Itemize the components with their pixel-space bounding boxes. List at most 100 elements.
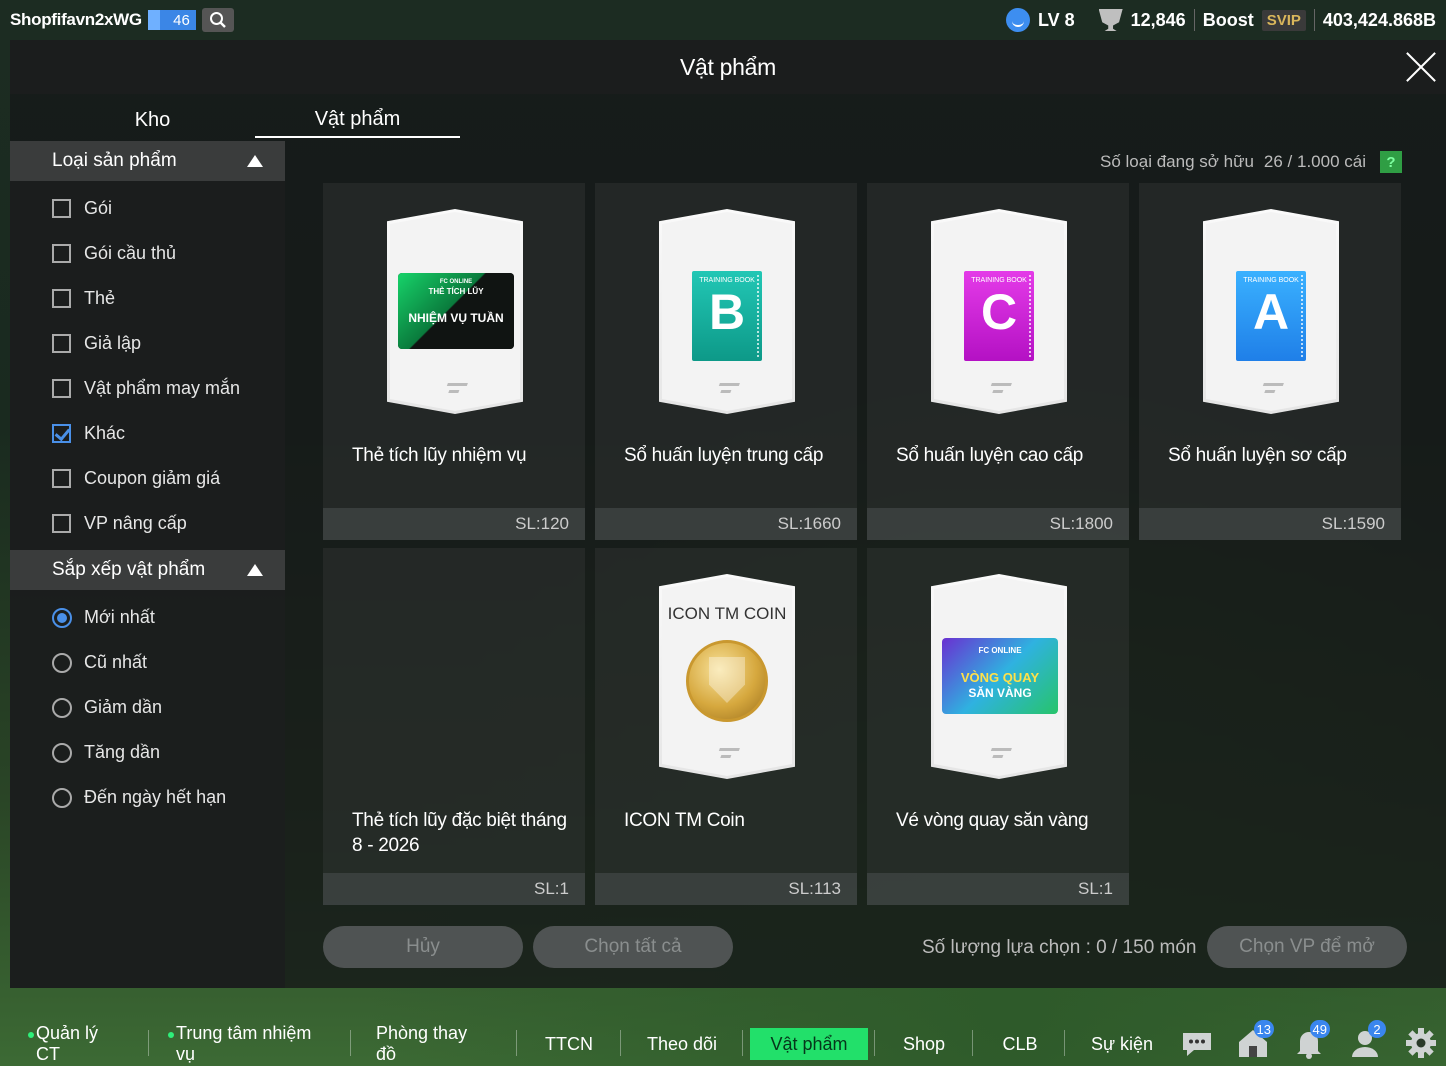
nav-ttcn[interactable]: TTCN bbox=[540, 1028, 598, 1060]
filter-option-gia-lap[interactable]: Giả lập bbox=[10, 321, 285, 366]
item-art: FC ONLINE THẺ TÍCH LŨY NHIỆM VỤ TUẦN bbox=[387, 209, 523, 414]
option-label: Giả lập bbox=[84, 333, 142, 353]
friends-badge: 2 bbox=[1368, 1020, 1386, 1038]
nav-su-kien[interactable]: Sự kiện bbox=[1090, 1028, 1154, 1060]
option-label: Coupon giảm giá bbox=[84, 468, 221, 488]
inbox-badge: 13 bbox=[1253, 1020, 1274, 1038]
divider bbox=[972, 1030, 973, 1056]
cancel-button[interactable]: Hủy bbox=[323, 926, 523, 968]
sort-option-descending[interactable]: Giảm dần bbox=[10, 685, 285, 730]
nav-theo-doi[interactable]: Theo dõi bbox=[644, 1028, 720, 1060]
help-icon[interactable]: ? bbox=[1380, 151, 1402, 173]
svip-badge[interactable]: SVIP bbox=[1261, 9, 1306, 31]
select-all-button[interactable]: Chọn tất cả bbox=[533, 926, 733, 968]
panel-header: Vật phẩm bbox=[10, 40, 1446, 94]
boost-label: Boost bbox=[1202, 9, 1254, 30]
nav-vat-pham[interactable]: Vật phẩm bbox=[750, 1028, 868, 1060]
checkbox[interactable] bbox=[52, 514, 71, 533]
nav-trung-tam-nhiem-vu[interactable]: Trung tâm nhiệm vụ bbox=[168, 1023, 324, 1064]
trophy-icon bbox=[1098, 9, 1123, 31]
filter-option-the[interactable]: Thẻ bbox=[10, 276, 285, 321]
filter-section-header[interactable]: Loại sản phẩm bbox=[10, 141, 285, 181]
item-art: TRAINING BOOK A bbox=[1203, 209, 1339, 414]
filter-options: Gói Gói cầu thủ Thẻ Giả lập Vật phẩm may… bbox=[10, 181, 285, 550]
item-name: Sổ huấn luyện trung cấp bbox=[624, 445, 824, 466]
trophy-count: 12,846 bbox=[1130, 9, 1186, 30]
checkbox[interactable] bbox=[52, 244, 71, 263]
item-card[interactable]: FC ONLINE VÒNG QUAY SĂN VÀNG Vé vòng qua… bbox=[867, 548, 1129, 905]
chat-icon[interactable] bbox=[1180, 1026, 1214, 1060]
item-card[interactable]: FC ONLINE THẺ TÍCH LŨY NHIỆM VỤ TUẦN Thẻ… bbox=[323, 183, 585, 540]
checkbox-checked[interactable] bbox=[52, 424, 71, 443]
filter-option-vp-nang-cap[interactable]: VP nâng cấp bbox=[10, 501, 285, 546]
item-card[interactable]: TRAINING BOOK C Sổ huấn luyện cao cấp SL… bbox=[867, 183, 1129, 540]
item-art: TRAINING BOOK B bbox=[659, 209, 795, 414]
divider bbox=[620, 1030, 621, 1056]
option-label: Giảm dần bbox=[84, 697, 163, 717]
divider bbox=[874, 1030, 875, 1056]
radio[interactable] bbox=[52, 697, 72, 718]
filter-option-coupon[interactable]: Coupon giảm giá bbox=[10, 456, 285, 501]
open-items-button[interactable]: Chọn VP để mở bbox=[1207, 926, 1407, 968]
item-quantity: SL:1590 bbox=[1139, 508, 1401, 540]
item-art: FC ONLINE VÒNG QUAY SĂN VÀNG bbox=[931, 574, 1067, 779]
option-label: Gói cầu thủ bbox=[84, 243, 177, 263]
item-name: Thẻ tích lũy đặc biệt tháng 8 - 2026 bbox=[352, 810, 567, 856]
checkbox[interactable] bbox=[52, 289, 71, 308]
username: Shopfifavn2xWG bbox=[10, 10, 142, 29]
gear-icon[interactable] bbox=[1404, 1026, 1438, 1060]
option-label: Tăng dần bbox=[84, 742, 161, 762]
filter-option-khac[interactable]: Khác bbox=[10, 411, 285, 456]
owned-value: 26 / 1.000 cái bbox=[1263, 152, 1366, 171]
nav-clb[interactable]: CLB bbox=[998, 1028, 1042, 1060]
item-card[interactable]: Thẻ tích lũy đặc biệt tháng 8 - 2026 SL:… bbox=[323, 548, 585, 905]
item-card[interactable]: TRAINING BOOK B Sổ huấn luyện trung cấp … bbox=[595, 183, 857, 540]
divider bbox=[350, 1030, 351, 1056]
item-name: Sổ huấn luyện cao cấp bbox=[896, 445, 1084, 466]
coin-image bbox=[686, 640, 768, 722]
item-art: ICON TM COIN bbox=[659, 574, 795, 779]
search-button[interactable] bbox=[201, 8, 234, 32]
item-name: Sổ huấn luyện sơ cấp bbox=[1168, 445, 1347, 466]
radio-selected[interactable] bbox=[52, 607, 72, 628]
divider bbox=[148, 1030, 149, 1056]
item-card[interactable]: ICON TM COIN ICON TM Coin SL:113 bbox=[595, 548, 857, 905]
nav-shop[interactable]: Shop bbox=[898, 1028, 950, 1060]
owned-label: Số loại đang sở hữu bbox=[1100, 152, 1254, 171]
close-icon[interactable] bbox=[1404, 50, 1438, 84]
item-quantity: SL:113 bbox=[595, 873, 857, 905]
friends-icon[interactable]: 2 bbox=[1348, 1020, 1386, 1060]
sort-option-oldest[interactable]: Cũ nhất bbox=[10, 640, 285, 685]
checkbox[interactable] bbox=[52, 379, 71, 398]
tab-vat-pham[interactable]: Vật phẩm bbox=[255, 102, 460, 138]
radio[interactable] bbox=[52, 787, 72, 808]
bell-icon[interactable]: 49 bbox=[1292, 1020, 1330, 1060]
divider bbox=[1313, 9, 1315, 31]
filter-option-goi-cau-thu[interactable]: Gói cầu thủ bbox=[10, 231, 285, 276]
inbox-icon[interactable]: 13 bbox=[1236, 1020, 1274, 1060]
nav-quan-ly-ct[interactable]: Quản lý CT bbox=[28, 1023, 122, 1064]
sort-section-title: Sắp xếp vật phẩm bbox=[52, 559, 206, 580]
item-quantity: SL:1 bbox=[323, 873, 585, 905]
sort-option-expiry[interactable]: Đến ngày hết hạn bbox=[10, 775, 285, 820]
divider bbox=[742, 1030, 743, 1056]
item-name: Vé vòng quay săn vàng bbox=[896, 810, 1089, 831]
sort-option-ascending[interactable]: Tăng dần bbox=[10, 730, 285, 775]
option-label: Gói bbox=[84, 198, 113, 218]
filter-option-vat-pham-may-man[interactable]: Vật phẩm may mắn bbox=[10, 366, 285, 411]
checkbox[interactable] bbox=[52, 469, 71, 488]
tab-kho[interactable]: Kho bbox=[50, 102, 255, 138]
item-quantity: SL:1800 bbox=[867, 508, 1129, 540]
radio[interactable] bbox=[52, 652, 72, 673]
sort-options: Mới nhất Cũ nhất Giảm dần Tăng dần Đến n… bbox=[10, 590, 285, 820]
checkbox[interactable] bbox=[52, 334, 71, 353]
sort-option-newest[interactable]: Mới nhất bbox=[10, 595, 285, 640]
sort-section-header[interactable]: Sắp xếp vật phẩm bbox=[10, 550, 285, 590]
filter-option-goi[interactable]: Gói bbox=[10, 186, 285, 231]
checkbox[interactable] bbox=[52, 199, 71, 218]
radio[interactable] bbox=[52, 742, 72, 763]
option-label: VP nâng cấp bbox=[84, 513, 187, 533]
nav-phong-thay-do[interactable]: Phòng thay đồ bbox=[376, 1023, 492, 1064]
notification-dot bbox=[28, 1032, 34, 1038]
item-card[interactable]: TRAINING BOOK A Sổ huấn luyện sơ cấp SL:… bbox=[1139, 183, 1401, 540]
